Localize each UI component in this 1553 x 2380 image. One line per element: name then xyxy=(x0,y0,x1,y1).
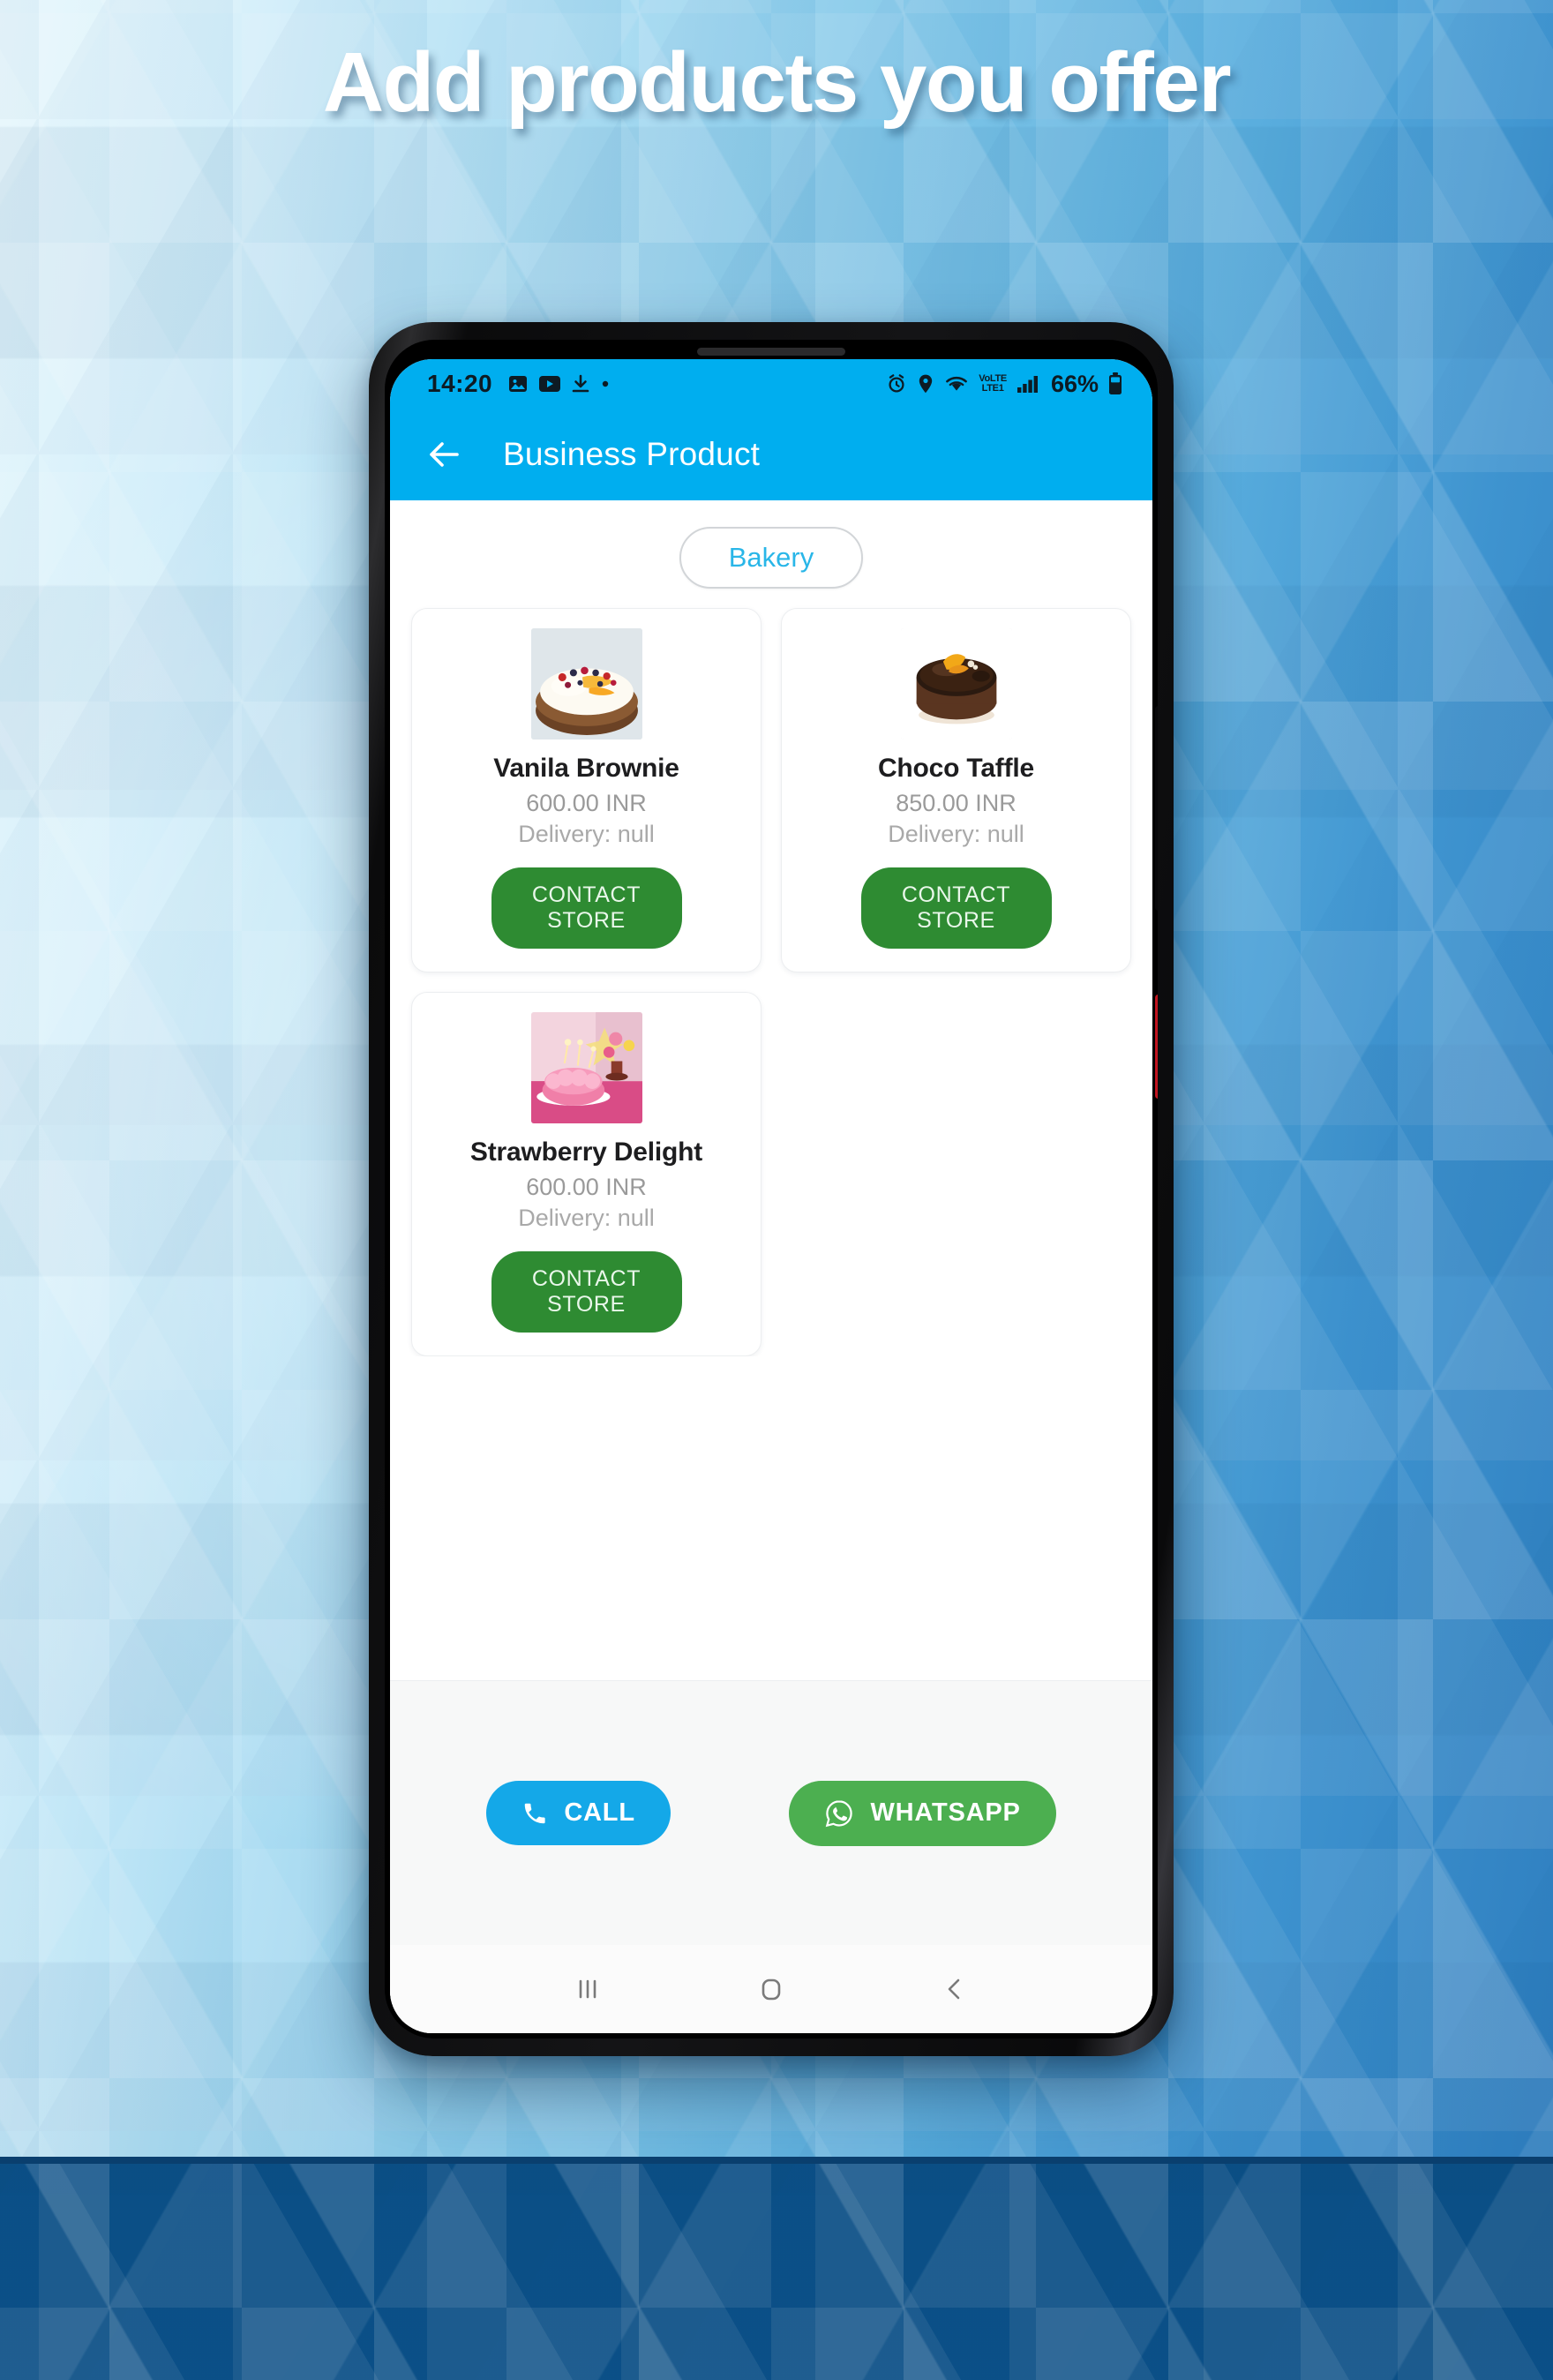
status-bar-right: VoLTE LTE1 66% xyxy=(886,371,1122,398)
power-button[interactable] xyxy=(1155,995,1158,1099)
page-title: Business Product xyxy=(503,436,761,472)
signal-icon xyxy=(1017,374,1039,394)
whatsapp-button-label: WHATSAPP xyxy=(870,1798,1021,1827)
app-bar: Business Product xyxy=(390,409,1152,500)
contact-store-button[interactable]: CONTACT STORE xyxy=(860,867,1052,949)
status-bar-left: 14:20 xyxy=(427,370,611,398)
product-delivery: Delivery: null xyxy=(518,821,655,847)
category-chip-bakery[interactable]: Bakery xyxy=(679,527,864,589)
product-name: Strawberry Delight xyxy=(469,1137,703,1167)
alarm-icon xyxy=(886,373,907,394)
download-icon xyxy=(571,373,590,394)
dot-icon xyxy=(600,379,611,389)
promo-headline: Add products you offer xyxy=(322,35,1232,130)
product-price: 850.00 INR xyxy=(896,790,1017,816)
earpiece-speaker xyxy=(697,348,845,356)
grid-empty-space xyxy=(390,1356,1152,1680)
category-filter-row: Bakery xyxy=(390,500,1152,608)
product-grid: Vanila Brownie 600.00 INR Delivery: null… xyxy=(390,608,1152,1356)
call-button[interactable]: CALL xyxy=(486,1781,671,1845)
phone-body: 14:20 VoLTE LTE1 66% Business Product Ba… xyxy=(385,340,1158,2038)
location-icon xyxy=(917,373,934,394)
battery-icon xyxy=(1108,372,1122,395)
volte-label-bottom: LTE1 xyxy=(981,383,1004,394)
phone-icon xyxy=(521,1800,548,1827)
status-bar: 14:20 VoLTE LTE1 66% xyxy=(390,359,1152,409)
product-card[interactable]: Strawberry Delight 600.00 INR Delivery: … xyxy=(411,992,761,1356)
product-image-choco-taffle xyxy=(900,628,1012,740)
product-image-vanila-brownie xyxy=(530,628,642,740)
phone-screen: 14:20 VoLTE LTE1 66% Business Product Ba… xyxy=(390,359,1152,2033)
wifi-icon xyxy=(944,374,969,394)
product-card[interactable]: Choco Taffle 850.00 INR Delivery: null C… xyxy=(781,608,1131,972)
home-icon[interactable] xyxy=(753,1971,790,2008)
content-area: Bakery Vanila Brownie 600.00 INR Deliver… xyxy=(390,500,1152,2033)
recents-icon[interactable] xyxy=(569,1971,606,2008)
battery-percentage: 66% xyxy=(1050,370,1099,397)
volte-icon: VoLTE LTE1 xyxy=(979,372,1007,394)
bottom-edge-strip xyxy=(0,2157,1553,2164)
product-price: 600.00 INR xyxy=(526,790,647,816)
status-time: 14:20 xyxy=(427,370,493,397)
volte-label-top: VoLTE xyxy=(979,372,1007,384)
contact-store-button[interactable]: CONTACT STORE xyxy=(491,1251,682,1333)
product-price: 600.00 INR xyxy=(526,1174,647,1200)
youtube-icon xyxy=(538,375,561,393)
contact-store-button[interactable]: CONTACT STORE xyxy=(491,867,682,949)
product-name: Choco Taffle xyxy=(877,754,1035,783)
android-nav-bar xyxy=(390,1945,1152,2033)
product-card[interactable]: Vanila Brownie 600.00 INR Delivery: null… xyxy=(411,608,761,972)
product-name: Vanila Brownie xyxy=(493,754,679,783)
phone-mockup: 14:20 VoLTE LTE1 66% Business Product Ba… xyxy=(369,322,1174,2056)
product-image-strawberry-delight xyxy=(530,1012,642,1123)
product-delivery: Delivery: null xyxy=(518,1205,655,1231)
call-button-label: CALL xyxy=(564,1798,635,1827)
arrow-left-icon[interactable] xyxy=(424,434,464,475)
whatsapp-button[interactable]: WHATSAPP xyxy=(789,1780,1056,1846)
product-delivery: Delivery: null xyxy=(888,821,1024,847)
action-bar: CALL WHATSAPP xyxy=(390,1680,1152,1945)
back-chevron-icon[interactable] xyxy=(936,1971,973,2008)
volume-rocker-button[interactable] xyxy=(1155,706,1158,911)
gallery-icon xyxy=(507,373,529,394)
whatsapp-icon xyxy=(824,1798,854,1828)
